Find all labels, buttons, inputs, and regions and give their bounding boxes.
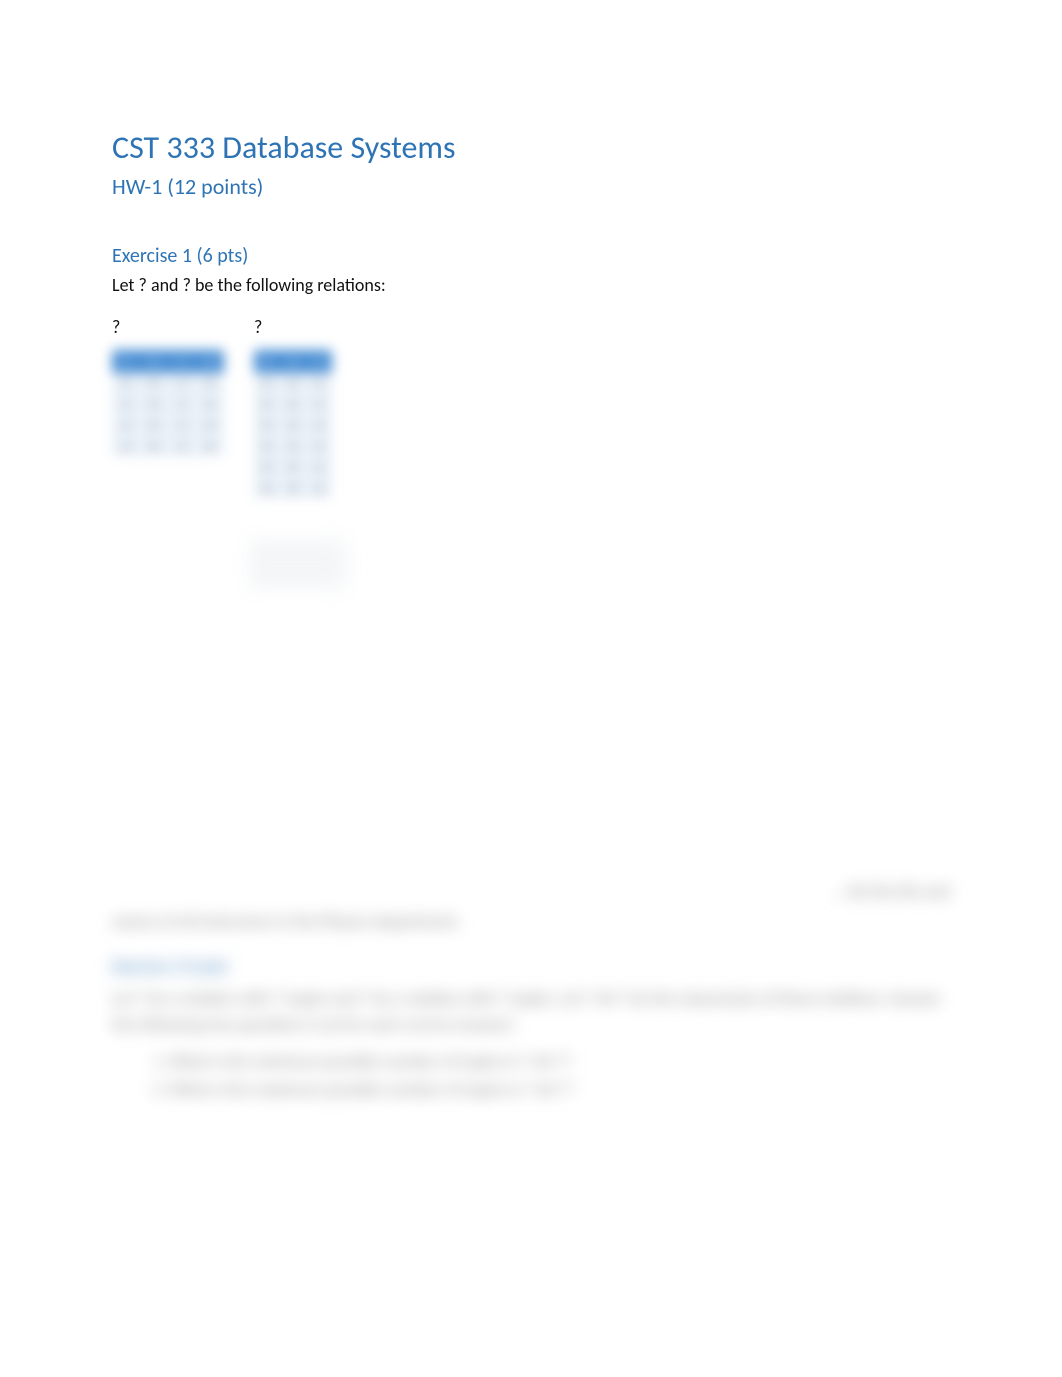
- exercise-3-item-2: What is the maximum possible number of t…: [170, 1077, 950, 1103]
- exercise-3-list: What is the minimum possible number of t…: [112, 1049, 950, 1104]
- exercise-1-intro: Let ? and ? be the following relations:: [112, 274, 950, 296]
- intro-prefix: Let: [112, 274, 139, 296]
- blurred-content-section: … list the IDs and names of all instruct…: [112, 879, 950, 1103]
- blurred-fragment-line: names of all instructors in the Physics …: [112, 909, 950, 935]
- relation-s-label: ?: [254, 316, 332, 338]
- assignment-subtitle: HW-1 (12 points): [112, 173, 950, 200]
- exercise-3-paragraph: Let ? be a relation with ? tuples and ? …: [112, 986, 950, 1039]
- exercise-1-heading: Exercise 1 (6 pts): [112, 244, 950, 268]
- relation-r-col: ? ABCD a1b1c1d1 a2b2c2d2 a3b3c3d3 a4b4c4…: [112, 316, 224, 499]
- var-r: ?: [139, 274, 147, 296]
- relation-s-col: ? BDE b1d1e1 b2d2e2 b3d3e3 b4d4e4 b5d5e5…: [254, 316, 332, 499]
- relation-r-label: ?: [112, 316, 224, 338]
- relation-s-table-blurred: BDE b1d1e1 b2d2e2 b3d3e3 b4d4e4 b5d5e5 b…: [254, 350, 332, 499]
- exercise-3-heading: Exercise 3 (3 pts): [112, 954, 950, 980]
- blurred-fragment-right: … list the IDs and: [112, 879, 950, 905]
- relations-tables-row: ? ABCD a1b1c1d1 a2b2c2d2 a3b3c3d3 a4b4c4…: [112, 316, 950, 499]
- var-s: ?: [183, 274, 191, 296]
- course-title: CST 333 Database Systems: [112, 128, 950, 167]
- document-page: CST 333 Database Systems HW-1 (12 points…: [0, 0, 1062, 1165]
- intro-mid: and: [147, 274, 183, 296]
- intro-suffix: be the following relations:: [191, 274, 386, 296]
- blurred-shade-region: [250, 540, 346, 588]
- relation-r-table-blurred: ABCD a1b1c1d1 a2b2c2d2 a3b3c3d3 a4b4c4d4: [112, 350, 224, 457]
- exercise-3-item-1: What is the minimum possible number of t…: [170, 1049, 950, 1075]
